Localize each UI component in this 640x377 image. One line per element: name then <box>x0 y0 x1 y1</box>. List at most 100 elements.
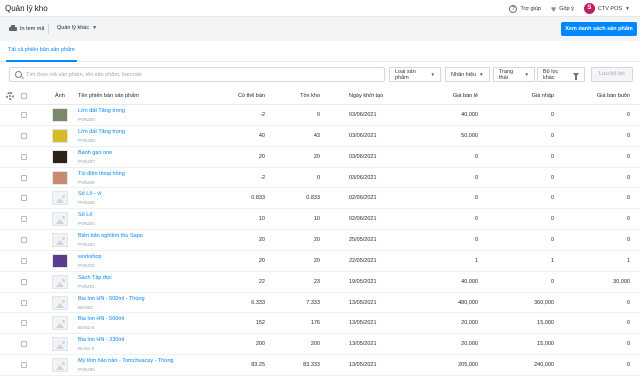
variant-name-link[interactable]: Bia lon HN - 500ml - Thùng <box>78 296 145 302</box>
created-date: 13/05/2021 <box>349 362 377 369</box>
available-qty: 152 <box>255 320 265 327</box>
print-barcode-button[interactable]: In tem mã <box>9 25 44 32</box>
variant-name-link[interactable]: Lớn đất Tăng trọng <box>78 129 125 135</box>
variant-name-link[interactable]: Bia lon HN - 330ml <box>78 337 124 343</box>
row-checkbox[interactable] <box>21 278 27 285</box>
table-row[interactable]: Bia lon HN - 330ml BIA01-3 200 200 13/05… <box>0 334 640 356</box>
inventory-qty: 176 <box>310 320 320 327</box>
row-checkbox[interactable] <box>21 195 27 202</box>
product-thumbnail <box>52 108 68 122</box>
variant-name-link[interactable]: Số Lô - vl <box>78 191 101 197</box>
variant-name-link[interactable]: Biên bản nghiệm thu Sapo <box>78 233 143 239</box>
product-thumbnail <box>52 316 68 331</box>
column-wholesale-price: Giá bán buôn <box>596 93 630 99</box>
available-qty: 6.333 <box>251 299 265 306</box>
available-qty: 200 <box>255 341 265 348</box>
row-checkbox[interactable] <box>21 216 27 223</box>
user-menu[interactable]: S CTV POS ▼ <box>583 3 630 14</box>
created-date: 13/05/2021 <box>349 341 377 348</box>
variant-name-link[interactable]: Lớn đất Tăng trọng <box>78 108 125 114</box>
import-price: 240,000 <box>534 362 554 369</box>
wholesale-price: 30,000 <box>613 278 630 285</box>
help-link[interactable]: ? Trợ giúp <box>509 4 541 13</box>
chevron-down-icon: ▼ <box>524 72 529 77</box>
available-qty: 20 <box>258 237 265 244</box>
other-filters-button[interactable]: Bộ lọc khác <box>537 67 585 82</box>
table-row[interactable]: Biên bản nghiệm thu Sapo PVN203 20 20 25… <box>0 230 640 251</box>
table-row[interactable]: Lớn đất Tăng trọng PVN208 40 43 03/06/20… <box>0 126 640 147</box>
feedback-label: Góp ý <box>559 5 574 12</box>
inventory-qty: 0.833 <box>306 195 320 202</box>
wholesale-price: 0 <box>626 195 630 202</box>
row-checkbox[interactable] <box>21 237 27 244</box>
table-body: Lớn đất Tăng trọng PVN200 -2 0 03/06/202… <box>0 105 640 376</box>
column-import-price: Giá nhập <box>531 93 554 99</box>
product-thumbnail <box>52 191 68 206</box>
table-row[interactable]: Bia lon HN - 500ml BIA01-5 152 176 13/05… <box>0 313 640 335</box>
variant-name-link[interactable]: Túi điện thoại hồng <box>78 171 125 177</box>
search-input[interactable] <box>26 70 376 80</box>
table-row[interactable]: Mỳ tôm hảo hảo - Tomchuacay - Thùng PVN2… <box>0 355 640 376</box>
table-row[interactable]: Số Lô PVN204 10 10 02/06/2021 0 0 0 <box>0 209 640 231</box>
wholesale-price: 0 <box>626 132 630 139</box>
variant-sku: BIA01-5 <box>78 325 95 331</box>
import-price: 0 <box>550 195 554 202</box>
table-row[interactable]: Bia lon HN - 500ml - Thùng BIA002 6.333 … <box>0 293 640 314</box>
column-inventory: Tồn kho <box>300 93 320 99</box>
product-type-filter[interactable]: Loại sản phẩm ▼ <box>389 67 441 82</box>
chevron-down-icon: ▼ <box>625 5 630 12</box>
row-checkbox[interactable] <box>21 112 27 118</box>
variant-name-link[interactable]: Mỳ tôm hảo hảo - Tomchuacay - Thùng <box>78 358 174 364</box>
import-price: 15,000 <box>537 320 554 327</box>
top-right-menu: ? Trợ giúp ♥ Góp ý S CTV POS ▼ <box>509 3 630 14</box>
variant-sku: PVN207 <box>78 158 95 164</box>
tab-all-variants[interactable]: Tất cả phiên bản sản phẩm <box>6 47 77 62</box>
status-filter[interactable]: Trạng thái ▼ <box>493 67 535 82</box>
view-products-button[interactable]: Xem danh sách sản phẩm <box>561 22 637 36</box>
import-price: 0 <box>550 174 554 181</box>
feedback-link[interactable]: ♥ Góp ý <box>551 4 574 13</box>
row-checkbox[interactable] <box>21 257 27 264</box>
row-checkbox[interactable] <box>21 320 27 327</box>
table-row[interactable]: Số Lô - vl PVN205 0.833 0.833 02/06/2021… <box>0 188 640 210</box>
variant-sku: PVN202 <box>78 262 95 268</box>
row-checkbox[interactable] <box>21 174 27 181</box>
row-checkbox[interactable] <box>21 299 27 306</box>
chevron-down-icon: ▼ <box>479 72 484 77</box>
row-checkbox[interactable] <box>21 132 27 139</box>
variant-name-link[interactable]: Bánh gạo one <box>78 150 112 156</box>
inventory-qty: 0 <box>316 174 320 181</box>
help-label: Trợ giúp <box>520 5 541 12</box>
manage-other-dropdown[interactable]: Quản lý khác ▼ <box>57 25 97 31</box>
user-name: CTV POS <box>597 5 623 12</box>
save-filter-button[interactable]: Lưu bộ lọc <box>591 67 633 82</box>
variant-name-link[interactable]: Số Lô <box>78 212 92 218</box>
variant-name-link[interactable]: Bia lon HN - 500ml <box>78 316 124 322</box>
variant-sku: PVN203 <box>78 242 95 248</box>
brand-filter[interactable]: Nhãn hiệu ▼ <box>445 67 490 82</box>
import-price: 360,000 <box>534 299 554 306</box>
retail-price: 480,000 <box>458 299 478 306</box>
avatar: S <box>583 3 595 14</box>
wholesale-price: 0 <box>626 153 630 160</box>
variant-name-link[interactable]: workshop <box>78 254 102 260</box>
import-price: 0 <box>550 237 554 244</box>
row-checkbox[interactable] <box>21 153 27 160</box>
wholesale-price: 0 <box>626 362 630 369</box>
variant-sku: PVN206 <box>78 179 95 185</box>
row-checkbox[interactable] <box>21 362 27 369</box>
column-image: Ảnh <box>55 93 65 99</box>
table-row[interactable]: Bánh gạo one PVN207 20 20 03/06/2021 0 0… <box>0 147 640 168</box>
row-checkbox[interactable] <box>21 341 27 348</box>
retail-price: 0 <box>474 195 478 202</box>
variant-sku: PVN208 <box>78 137 95 143</box>
select-all-checkbox[interactable] <box>21 93 27 99</box>
table-row[interactable]: Lớn đất Tăng trọng PVN200 -2 0 03/06/202… <box>0 105 640 126</box>
table-row[interactable]: Túi điện thoại hồng PVN206 -2 0 03/06/20… <box>0 168 640 189</box>
table-row[interactable]: Sách Tập đọc PVN201 22 23 19/05/2021 40,… <box>0 272 640 293</box>
table-row[interactable]: workshop PVN202 20 20 22/05/2021 1 1 1 <box>0 251 640 272</box>
tab-bar: Tất cả phiên bản sản phẩm <box>0 41 640 62</box>
gear-icon[interactable] <box>6 92 14 100</box>
variant-name-link[interactable]: Sách Tập đọc <box>78 275 112 281</box>
product-thumbnail <box>52 233 68 248</box>
